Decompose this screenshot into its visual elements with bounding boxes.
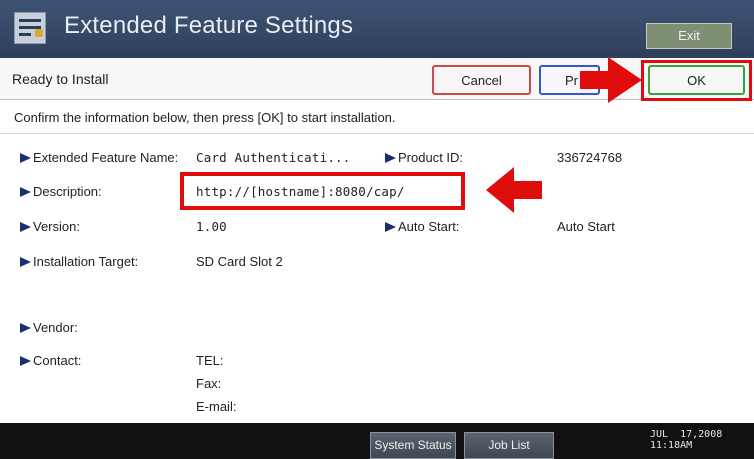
instructions-text: Confirm the information below, then pres… — [14, 110, 396, 125]
divider — [0, 133, 754, 134]
contact-fax-label: Fax: — [196, 376, 222, 391]
contact-label: Contact: — [20, 353, 81, 368]
version-value: 1.00 — [196, 219, 227, 234]
triangle-bullet-icon — [385, 222, 396, 232]
version-label: Version: — [20, 219, 80, 234]
description-label: Description: — [20, 184, 102, 199]
triangle-bullet-icon — [20, 356, 31, 366]
status-text: Ready to Install — [12, 71, 109, 87]
cancel-button[interactable]: Cancel — [432, 65, 531, 95]
clock-time: 11:18AM — [650, 440, 693, 451]
contact-email-label: E-mail: — [196, 399, 237, 414]
triangle-bullet-icon — [20, 323, 31, 333]
auto-start-label: Auto Start: — [385, 219, 459, 234]
installation-target-value: SD Card Slot 2 — [196, 254, 283, 269]
installation-target-label: Installation Target: — [20, 254, 138, 269]
triangle-bullet-icon — [20, 153, 31, 163]
arrow-right-icon — [580, 57, 642, 103]
page-title: Extended Feature Settings — [64, 12, 354, 39]
arrow-left-icon — [486, 167, 542, 213]
feature-name-label: Extended Feature Name: — [20, 150, 178, 165]
triangle-bullet-icon — [20, 257, 31, 267]
product-id-label: Product ID: — [385, 150, 463, 165]
clock-date: JUL 17,2008 — [650, 429, 723, 440]
triangle-bullet-icon — [385, 153, 396, 163]
product-id-value: 336724768 — [557, 150, 623, 165]
triangle-bullet-icon — [20, 222, 31, 232]
system-status-button[interactable]: System Status — [370, 432, 456, 459]
vendor-label: Vendor: — [20, 320, 78, 335]
feature-name-value: Card Authenticati... — [196, 150, 351, 165]
job-list-button[interactable]: Job List — [464, 432, 554, 459]
settings-panel-icon — [14, 12, 46, 44]
title-bar: Extended Feature Settings — [0, 0, 754, 58]
exit-button[interactable]: Exit — [646, 23, 732, 49]
triangle-bullet-icon — [20, 187, 31, 197]
contact-tel-label: TEL: — [196, 353, 224, 368]
auto-start-value: Auto Start — [557, 219, 615, 234]
description-highlight-box — [180, 172, 465, 210]
ok-highlight-box — [641, 60, 752, 101]
clock-readout: JUL 17,2008 11:18AM — [650, 429, 740, 451]
